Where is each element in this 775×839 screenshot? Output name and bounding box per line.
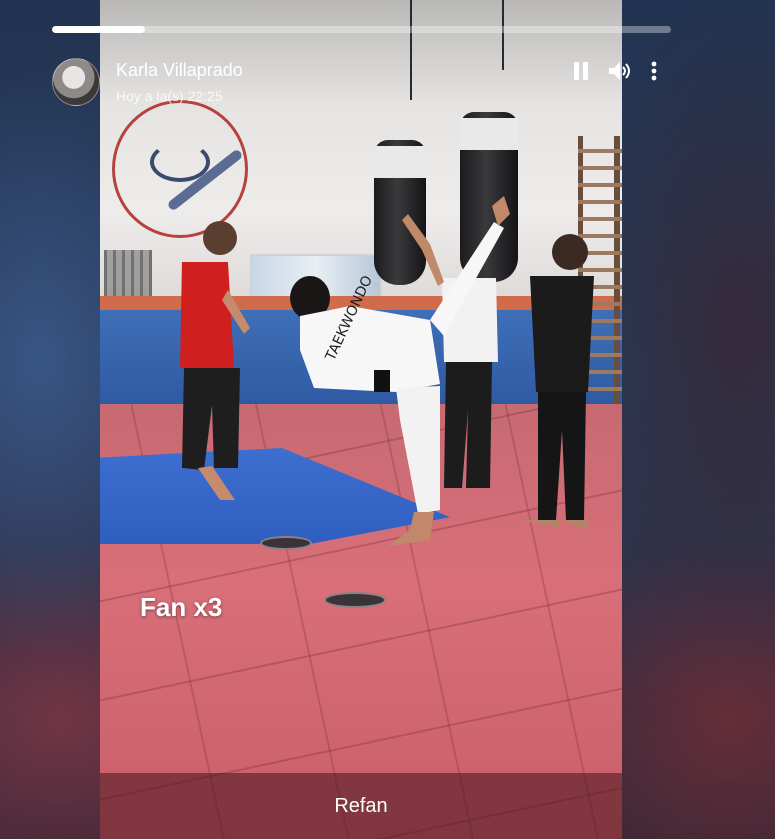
avatar[interactable] [52, 58, 100, 106]
person-black-outfit [520, 234, 594, 530]
pause-icon [574, 62, 588, 80]
story-caption: Fan x3 [140, 592, 223, 622]
timestamp: Hoy a la(s) 22:25 [116, 88, 223, 104]
user-name[interactable]: Karla Villaprado [116, 60, 243, 81]
person-red-shirt [180, 221, 250, 500]
people-scene: TAEKWONDO [180, 196, 594, 546]
pause-button[interactable] [570, 60, 592, 82]
story-progress-bar [52, 26, 671, 33]
volume-button[interactable] [606, 60, 634, 82]
more-options-icon [651, 61, 657, 81]
reply-bar[interactable]: Refan [100, 773, 622, 839]
footer-text: Refan [334, 794, 388, 817]
story-progress-fill [52, 26, 145, 33]
more-options-button[interactable] [645, 60, 663, 82]
volume-icon [609, 62, 630, 80]
story-frame[interactable]: TAEKWONDO Fan x3 Refan [100, 0, 622, 839]
